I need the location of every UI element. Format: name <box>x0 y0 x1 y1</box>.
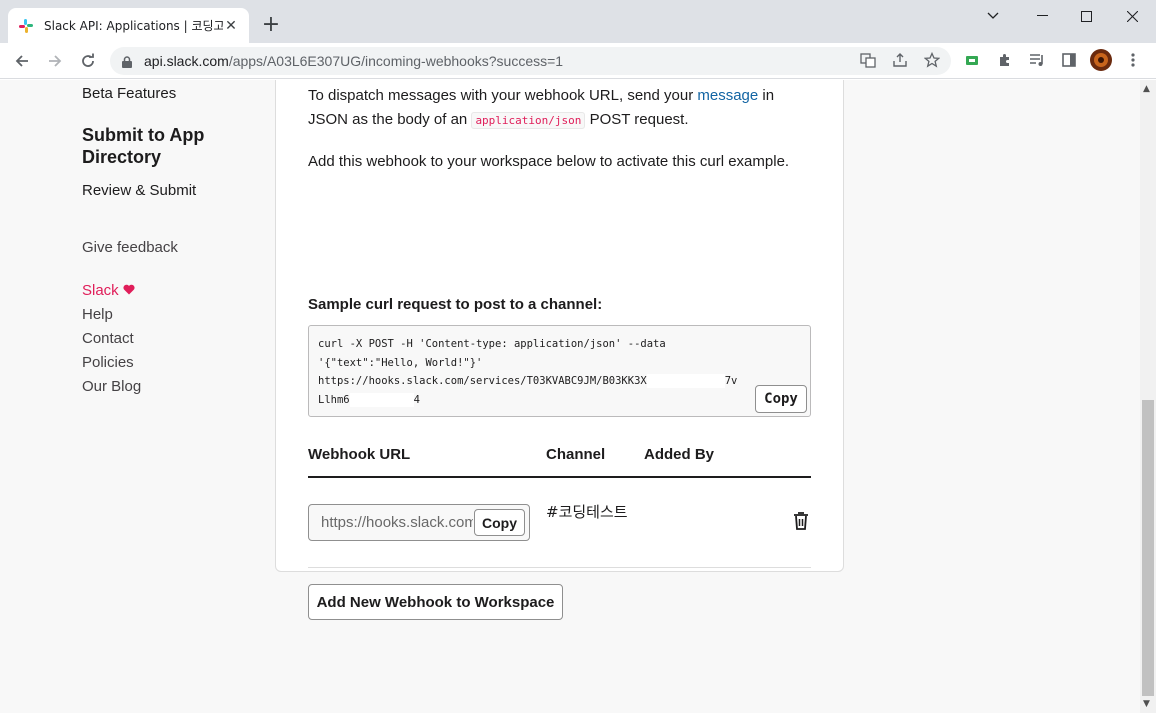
browser-tab[interactable]: Slack API: Applications | 코딩고 ✕ <box>8 8 249 43</box>
sidebar-slack-label: Slack <box>82 282 119 299</box>
trash-icon[interactable] <box>792 511 810 531</box>
sidebar-heading-submit: Submit to App Directory <box>82 125 205 167</box>
message-link[interactable]: message <box>697 87 758 104</box>
minimize-icon[interactable] <box>1019 0 1065 32</box>
sidebar-our-blog[interactable]: Our Blog <box>82 378 141 395</box>
curl-code-block: curl -X POST -H 'Content-type: applicati… <box>308 325 811 417</box>
lock-icon <box>122 55 132 68</box>
th-webhook-url: Webhook URL <box>308 446 411 463</box>
translate-icon[interactable] <box>859 52 877 70</box>
curl-line-4: Llhm6 4 <box>318 392 420 407</box>
browser-titlebar: Slack API: Applications | 코딩고 ✕ + <box>0 0 1156 43</box>
window-close-icon[interactable] <box>1109 0 1155 32</box>
tab-close-icon[interactable]: ✕ <box>223 18 239 34</box>
webhook-url-value: https://hooks.slack.com/services/T03KVAB… <box>321 514 473 531</box>
content-type-code: application/json <box>471 112 586 129</box>
dispatch-text-1: To dispatch messages with your webhook U… <box>308 87 698 104</box>
side-panel-icon[interactable] <box>1060 52 1078 70</box>
new-tab-button[interactable]: + <box>258 12 284 38</box>
bookmark-star-icon[interactable] <box>923 51 941 70</box>
heart-icon <box>123 282 135 299</box>
url-text: api.slack.com/apps/A03L6E307UG/incoming-… <box>144 53 564 69</box>
th-added-by: Added By <box>644 446 715 463</box>
sidebar-item-beta-features[interactable]: Beta Features <box>82 85 176 102</box>
webhook-url-field[interactable]: https://hooks.slack.com/services/T03KVAB… <box>308 504 530 541</box>
channel-name: #코딩테스트 <box>546 503 628 521</box>
curl-line-2: '{"text":"Hello, World!"}' <box>318 356 483 369</box>
scroll-up-icon[interactable]: ▲ <box>1143 84 1150 94</box>
sidebar-item-review-submit[interactable]: Review & Submit <box>82 182 196 199</box>
copy-curl-button[interactable]: Copy <box>755 385 807 413</box>
add-webhook-paragraph: Add this webhook to your workspace below… <box>308 153 790 170</box>
back-icon[interactable] <box>9 48 35 74</box>
tab-search-icon[interactable] <box>970 0 1016 32</box>
page-viewport: Beta Features Submit to App Directory Re… <box>0 80 1140 713</box>
table-row: https://hooks.slack.com/services/T03KVAB… <box>308 479 811 568</box>
browser-toolbar: api.slack.com/apps/A03L6E307UG/incoming-… <box>0 43 1156 79</box>
profile-avatar[interactable] <box>1090 49 1112 71</box>
sidebar-help[interactable]: Help <box>82 306 113 323</box>
tab-title: Slack API: Applications | 코딩고 <box>44 19 223 33</box>
copy-webhook-button[interactable]: Copy <box>474 509 525 536</box>
webhooks-card: To dispatch messages with your webhook U… <box>275 80 844 620</box>
menu-kebab-icon[interactable] <box>1124 52 1142 70</box>
dispatch-paragraph: To dispatch messages with your webhook U… <box>308 84 818 133</box>
address-bar[interactable]: api.slack.com/apps/A03L6E307UG/incoming-… <box>110 47 951 75</box>
page-scrollbar[interactable]: ▲ ▼ <box>1140 80 1156 713</box>
sidebar-policies[interactable]: Policies <box>82 354 134 371</box>
sidebar-slack-link[interactable]: Slack <box>82 282 135 299</box>
extensions-puzzle-icon[interactable] <box>996 52 1014 70</box>
reload-icon[interactable] <box>75 48 101 74</box>
forward-icon[interactable] <box>42 48 68 74</box>
scroll-down-icon[interactable]: ▼ <box>1143 699 1150 709</box>
maximize-icon[interactable] <box>1063 0 1109 32</box>
webhooks-table-header: Webhook URL Channel Added By <box>308 446 811 478</box>
extension-green-icon[interactable] <box>963 52 981 70</box>
sidebar-give-feedback[interactable]: Give feedback <box>82 239 178 256</box>
curl-line-1: curl -X POST -H 'Content-type: applicati… <box>318 338 666 350</box>
slack-favicon-icon <box>18 18 34 34</box>
sidebar-contact[interactable]: Contact <box>82 330 134 347</box>
share-icon[interactable] <box>891 52 909 70</box>
media-queue-icon[interactable] <box>1028 52 1046 70</box>
dispatch-text-3: POST request. <box>585 111 689 128</box>
sample-curl-heading: Sample curl request to post to a channel… <box>308 296 603 313</box>
curl-line-3: https://hooks.slack.com/services/T03KVAB… <box>318 374 738 388</box>
add-new-webhook-button[interactable]: Add New Webhook to Workspace <box>308 584 563 620</box>
th-channel: Channel <box>546 446 606 463</box>
scroll-thumb[interactable] <box>1142 400 1154 696</box>
